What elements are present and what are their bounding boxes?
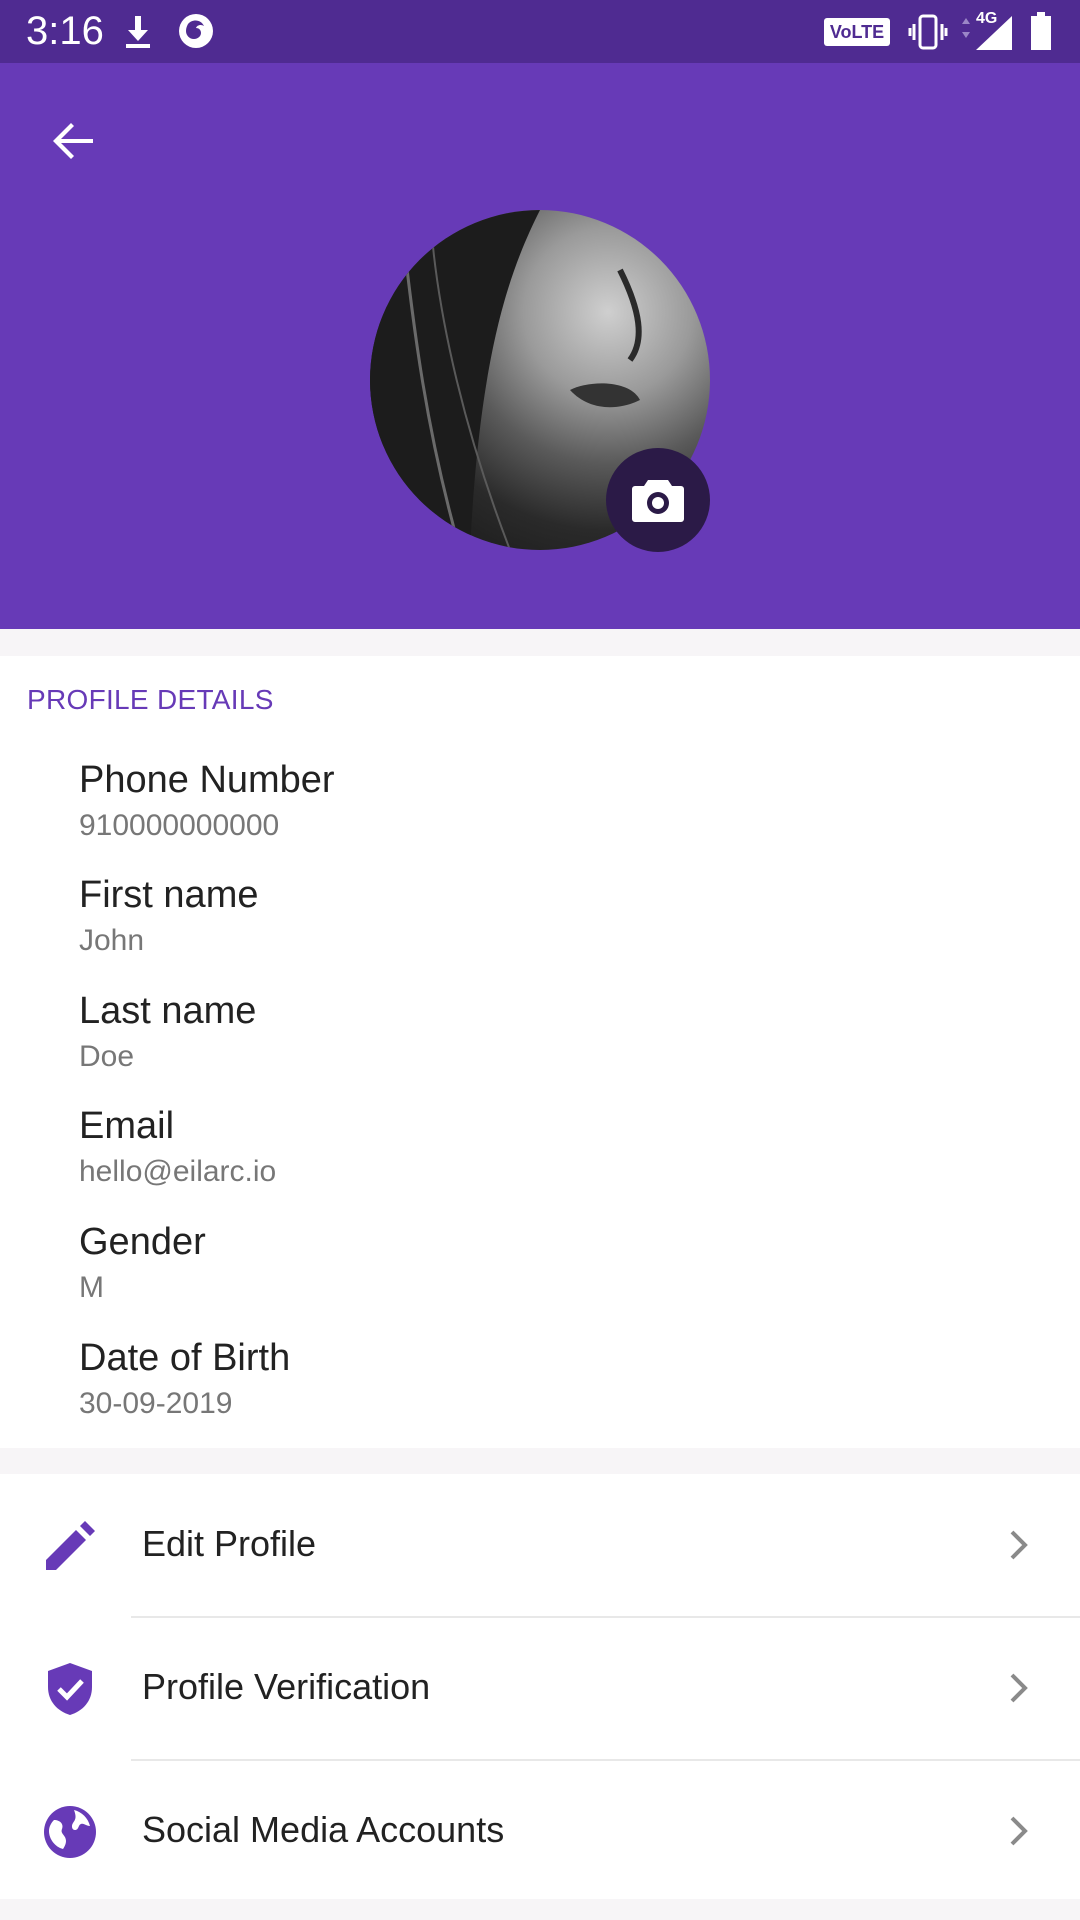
avatar-container (370, 210, 710, 552)
menu-item-edit-profile[interactable]: Edit Profile (0, 1474, 1080, 1616)
field-value: John (79, 924, 145, 957)
menu-item-social-media-accounts[interactable]: Social Media Accounts (0, 1760, 1080, 1902)
menu-item-label: Edit Profile (142, 1523, 317, 1564)
battery-icon (1031, 12, 1051, 50)
field-date-of-birth: Date of Birth 30-09-2019 (79, 1336, 290, 1422)
menu-item-profile-verification[interactable]: Profile Verification (0, 1617, 1080, 1759)
camera-icon (632, 480, 684, 522)
status-time: 3:16 (26, 9, 104, 53)
chevron-right-icon (1010, 1673, 1028, 1703)
firefox-icon (179, 14, 213, 48)
field-last-name: Last name Doe (79, 989, 256, 1075)
change-photo-button[interactable] (606, 448, 710, 552)
chevron-right-icon (1010, 1816, 1028, 1846)
shield-check-icon (48, 1663, 92, 1715)
field-gender: Gender M (79, 1220, 206, 1306)
field-label: Gender (79, 1221, 206, 1263)
field-email: Email hello@eilarc.io (79, 1104, 276, 1190)
field-value: M (79, 1271, 104, 1304)
field-label: Phone Number (79, 759, 335, 801)
profile-details-card: PROFILE DETAILS Phone Number 91000000000… (0, 656, 1080, 1448)
arrow-left-icon (53, 123, 93, 159)
field-label: Email (79, 1105, 175, 1147)
section-title: PROFILE DETAILS (27, 684, 274, 715)
pencil-icon (46, 1521, 95, 1570)
menu-item-label: Profile Verification (142, 1666, 431, 1707)
field-label: Last name (79, 990, 257, 1032)
field-value: 910000000000 (79, 809, 280, 842)
volte-badge: VoLTE (824, 18, 890, 46)
field-phone-number: Phone Number 910000000000 (79, 758, 335, 844)
network-type: 4G (976, 10, 998, 27)
globe-icon (44, 1806, 96, 1858)
vibrate-icon (908, 14, 948, 50)
chevron-right-icon (1010, 1530, 1028, 1560)
field-value: 30-09-2019 (79, 1387, 233, 1420)
menu-item-label: Social Media Accounts (142, 1809, 505, 1850)
field-value: hello@eilarc.io (79, 1155, 277, 1188)
back-button[interactable] (40, 108, 106, 174)
profile-header (0, 63, 1080, 629)
field-first-name: First name John (79, 873, 258, 959)
field-value: Doe (79, 1040, 135, 1073)
profile-menu: Edit Profile Profile Verification Social… (0, 1474, 1080, 1899)
status-bar: 3:16 VoLTE 4G (0, 0, 1080, 63)
field-label: First name (79, 874, 259, 916)
field-label: Date of Birth (79, 1337, 291, 1379)
download-icon (126, 16, 150, 48)
